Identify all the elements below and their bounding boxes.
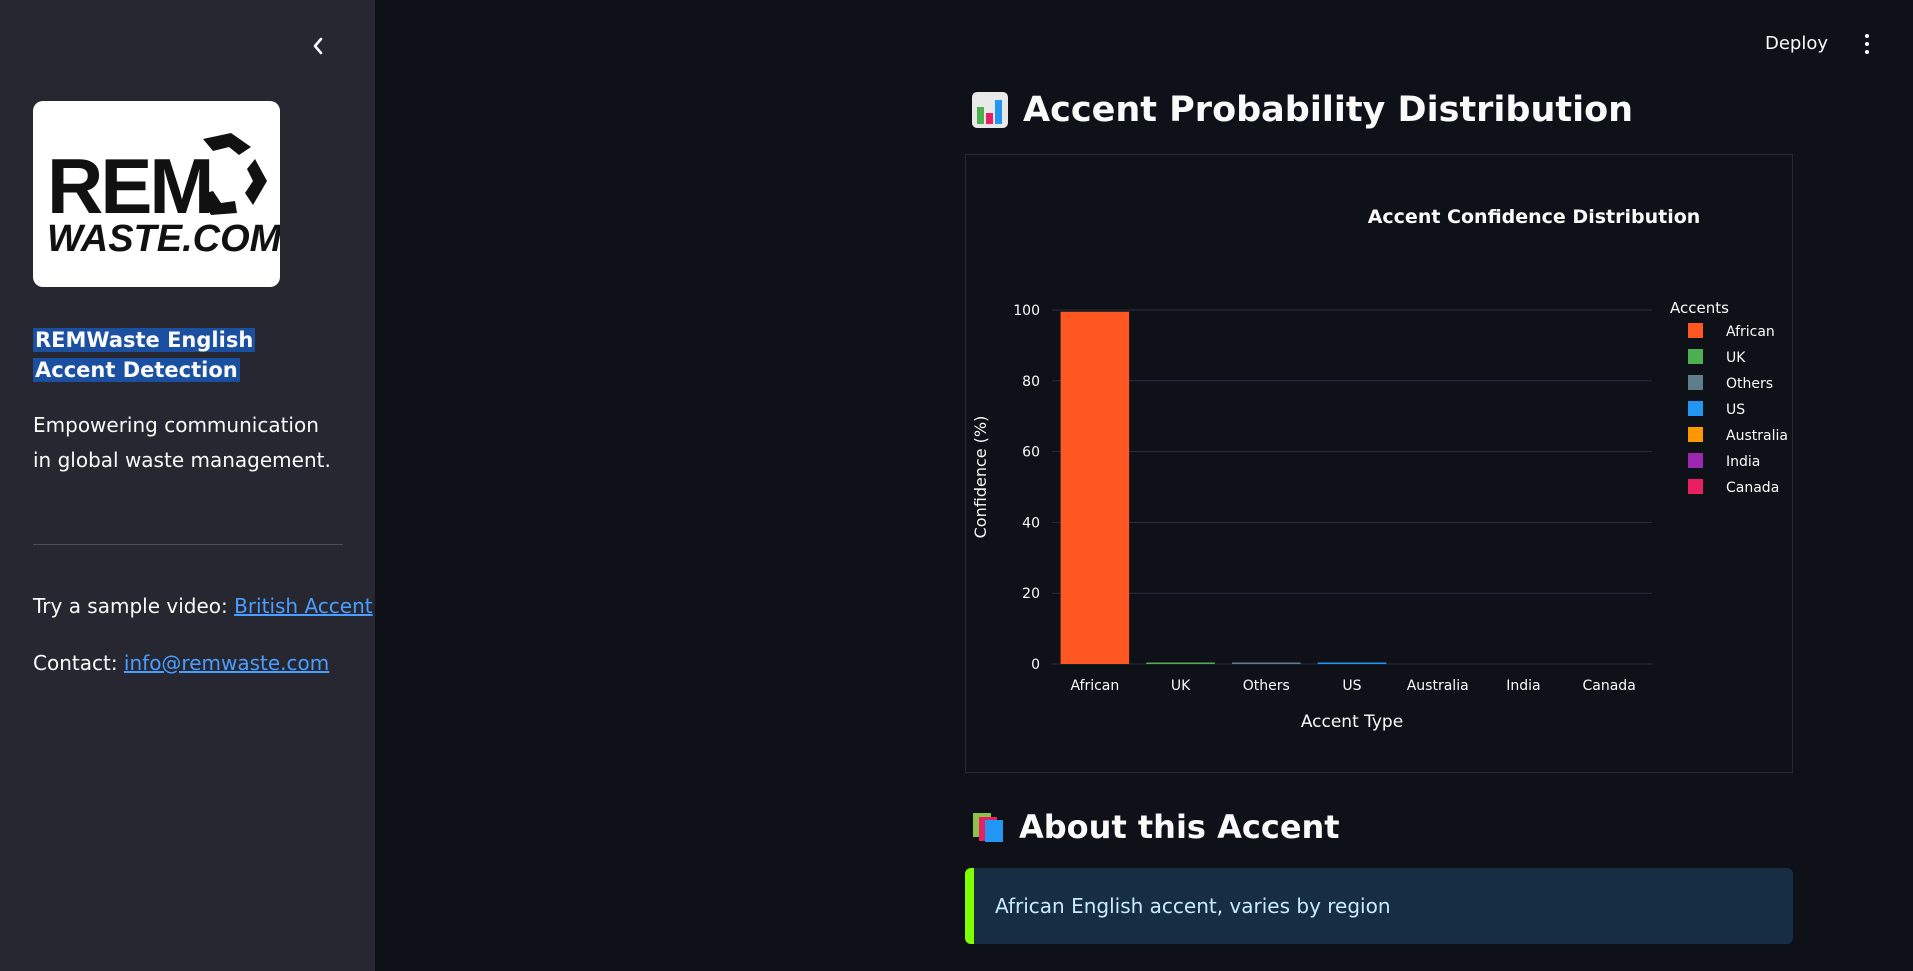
accent-chart: Accent Confidence Distribution African UK… xyxy=(965,154,1793,773)
y-tick-label: 100 xyxy=(1013,303,1040,319)
legend-swatch xyxy=(1688,349,1703,364)
legend-swatch xyxy=(1688,479,1703,494)
y-tick-label: 40 xyxy=(1022,515,1040,531)
contact-line: Contact: info@remwaste.com xyxy=(33,648,329,678)
collapse-sidebar-button[interactable] xyxy=(302,30,334,62)
sidebar: REM WASTE.COM REMWaste English Accent De… xyxy=(0,0,375,971)
bar-us[interactable] xyxy=(1317,662,1387,665)
sample-video-label: Try a sample video: xyxy=(33,594,235,618)
legend-item-uk[interactable]: UK xyxy=(1726,350,1746,366)
chart-legend: African UK Others US Australia India Canada xyxy=(1688,323,1788,496)
info-accent-bar xyxy=(965,868,974,944)
y-axis-label: Confidence (%) xyxy=(971,416,990,539)
x-axis-label: Accent Type xyxy=(1301,712,1403,732)
sample-video-line: Try a sample video: British Accent xyxy=(33,591,373,621)
x-tick-label: African xyxy=(1070,678,1119,694)
legend-item-canada[interactable]: Canada xyxy=(1726,480,1779,496)
sidebar-divider xyxy=(33,544,343,545)
legend-title: Accents xyxy=(1670,299,1729,317)
legend-item-india[interactable]: India xyxy=(1726,454,1760,470)
legend-item-us[interactable]: US xyxy=(1726,402,1745,418)
contact-label: Contact: xyxy=(33,651,124,675)
top-header: Deploy xyxy=(375,0,1913,76)
x-tick-label: US xyxy=(1342,678,1361,694)
x-tick-label: Others xyxy=(1243,678,1290,694)
app-description: Empowering communication in global waste… xyxy=(33,413,331,472)
y-tick-label: 20 xyxy=(1022,586,1040,602)
distribution-heading: Accent Probability Distribution xyxy=(971,84,1633,136)
bar-chart-icon xyxy=(972,92,1008,128)
main-content: Deploy Accent Probability Distribution A… xyxy=(375,0,1913,971)
x-tick-label: India xyxy=(1506,678,1540,694)
bar-others[interactable] xyxy=(1232,662,1301,665)
legend-swatch xyxy=(1688,401,1703,416)
x-tick-label: Australia xyxy=(1407,678,1469,694)
accent-info-text: African English accent, varies by region xyxy=(995,894,1391,918)
accent-chart-svg: Accent Confidence Distribution African UK… xyxy=(971,206,1788,732)
accent-info-box: African English accent, varies by region xyxy=(965,868,1793,944)
y-tick-label: 80 xyxy=(1022,374,1040,390)
legend-swatch xyxy=(1688,453,1703,468)
chart-title: Accent Confidence Distribution xyxy=(1368,206,1701,228)
about-heading: About this Accent xyxy=(971,803,1340,851)
bar-african[interactable] xyxy=(1060,311,1130,664)
y-tick-label: 60 xyxy=(1022,445,1040,461)
company-logo: REM WASTE.COM xyxy=(33,101,280,287)
books-icon xyxy=(973,813,1003,842)
app-title: REMWaste English Accent Detection xyxy=(33,325,333,385)
legend-swatch xyxy=(1688,427,1703,442)
about-heading-text: About this Accent xyxy=(1019,808,1340,846)
logo-text-rem: REM xyxy=(47,142,211,230)
legend-swatch xyxy=(1688,375,1703,390)
contact-email-link[interactable]: info@remwaste.com xyxy=(124,651,329,675)
logo-text-waste: WASTE.COM xyxy=(47,218,280,260)
bar-uk[interactable] xyxy=(1146,662,1215,665)
legend-item-others[interactable]: Others xyxy=(1726,376,1773,392)
legend-item-australia[interactable]: Australia xyxy=(1726,428,1788,444)
chevron-left-icon xyxy=(313,37,323,55)
distribution-heading-text: Accent Probability Distribution xyxy=(1023,90,1634,130)
more-vertical-icon xyxy=(1865,34,1869,38)
legend-item-african[interactable]: African xyxy=(1726,324,1775,340)
sample-video-link[interactable]: British Accent xyxy=(234,594,373,618)
main-menu-button[interactable] xyxy=(1852,26,1882,62)
app-title-text: REMWaste English Accent Detection xyxy=(33,328,256,382)
x-tick-label: UK xyxy=(1171,678,1191,694)
legend-swatch xyxy=(1688,323,1703,338)
x-tick-label: Canada xyxy=(1583,678,1636,694)
y-tick-label: 0 xyxy=(1031,657,1040,673)
deploy-button[interactable]: Deploy xyxy=(1751,26,1842,62)
